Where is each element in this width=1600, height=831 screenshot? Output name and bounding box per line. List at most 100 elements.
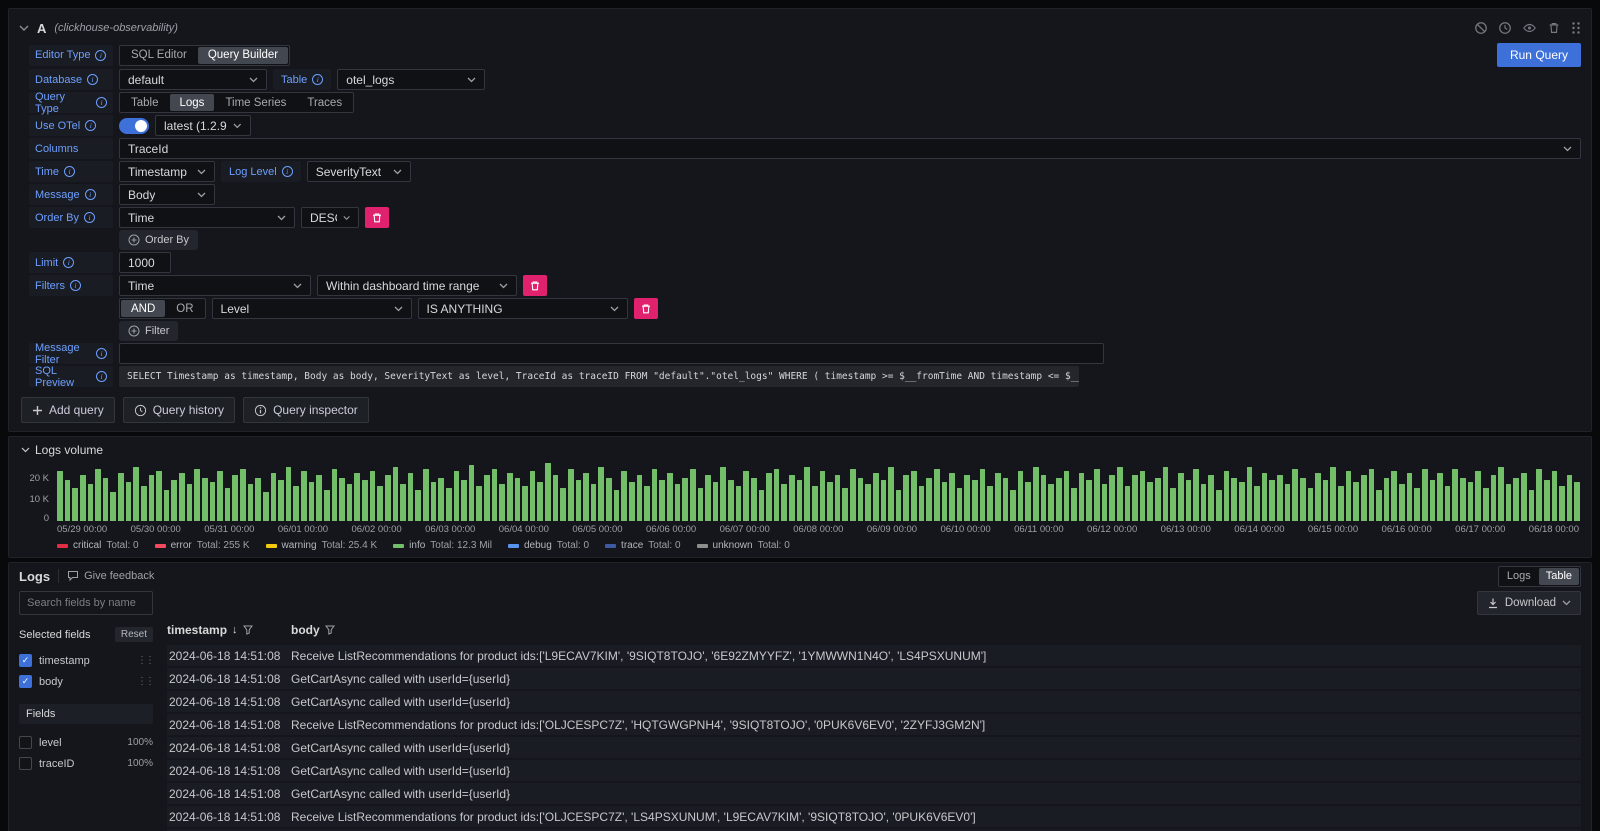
- limit-input[interactable]: [119, 252, 171, 273]
- checkbox-unchecked-icon[interactable]: [19, 736, 32, 749]
- field-level[interactable]: level100%: [19, 732, 153, 753]
- legend-item-error[interactable]: errorTotal: 255 K: [155, 540, 250, 551]
- legend-item-debug[interactable]: debugTotal: 0: [508, 540, 589, 551]
- columns-select[interactable]: TraceId: [119, 138, 1581, 159]
- volume-bar: [370, 471, 376, 521]
- message-column-select[interactable]: Body: [119, 184, 215, 205]
- info-icon[interactable]: i: [85, 189, 96, 200]
- volume-bar: [179, 473, 185, 521]
- add-order-by-button[interactable]: Order By: [119, 230, 198, 250]
- checkbox-unchecked-icon[interactable]: [19, 757, 32, 770]
- log-table-row[interactable]: 2024-06-18 14:51:08GetCartAsync called w…: [167, 737, 1581, 758]
- drag-handle-icon[interactable]: [1571, 21, 1581, 35]
- volume-bar: [1498, 467, 1504, 521]
- collapse-query-icon[interactable]: [19, 25, 29, 32]
- logs-view-option[interactable]: Logs: [1500, 568, 1538, 585]
- legend-item-critical[interactable]: criticalTotal: 0: [57, 540, 139, 551]
- order-by-direction-select[interactable]: DESC: [301, 207, 359, 228]
- download-icon: [1487, 597, 1499, 609]
- info-icon[interactable]: i: [312, 74, 323, 85]
- legend-item-trace[interactable]: traceTotal: 0: [605, 540, 680, 551]
- drag-handle-icon[interactable]: ⋮⋮: [137, 655, 153, 666]
- legend-item-unknown[interactable]: unknownTotal: 0: [697, 540, 790, 551]
- log-table-row[interactable]: 2024-06-18 14:51:08Receive ListRecommend…: [167, 806, 1581, 827]
- field-traceID[interactable]: traceID100%: [19, 753, 153, 774]
- log-table-row[interactable]: 2024-06-18 14:51:08Receive ListRecommend…: [167, 645, 1581, 666]
- selected-field-body[interactable]: ✓body⋮⋮: [19, 671, 153, 692]
- time-column-select[interactable]: Timestamp: [119, 161, 215, 182]
- remove-order-by-button[interactable]: [365, 207, 389, 228]
- volume-bar: [499, 484, 505, 521]
- checkbox-checked-icon[interactable]: ✓: [19, 675, 32, 688]
- disable-query-icon[interactable]: [1474, 21, 1488, 35]
- query-type-tab-time-series[interactable]: Time Series: [215, 94, 296, 111]
- drag-handle-icon[interactable]: ⋮⋮: [137, 676, 153, 687]
- x-axis-tick: 06/18 00:00: [1529, 524, 1579, 535]
- search-fields-input[interactable]: [19, 591, 153, 615]
- remove-level-filter-button[interactable]: [634, 298, 658, 319]
- legend-item-info[interactable]: infoTotal: 12.3 Mil: [393, 540, 492, 551]
- filter-operator-select[interactable]: Within dashboard time range: [317, 275, 517, 296]
- filter-level-field-select[interactable]: Level: [212, 298, 412, 319]
- eye-icon[interactable]: [1522, 21, 1537, 35]
- query-history-button[interactable]: Query history: [123, 397, 235, 423]
- log-table-row[interactable]: 2024-06-18 14:51:08GetCartAsync called w…: [167, 691, 1581, 712]
- timestamp-column-header[interactable]: timestamp ↓: [167, 623, 291, 637]
- log-table-row[interactable]: 2024-06-18 14:51:08Receive ListRecommend…: [167, 714, 1581, 735]
- delete-query-icon[interactable]: [1547, 21, 1561, 35]
- legend-item-warning[interactable]: warningTotal: 25.4 K: [266, 540, 378, 551]
- query-type-tab-logs[interactable]: Logs: [170, 94, 215, 111]
- volume-bar: [858, 478, 864, 522]
- message-filter-input[interactable]: [119, 343, 1104, 364]
- log-table-row[interactable]: 2024-06-18 14:51:08GetCartAsync called w…: [167, 783, 1581, 804]
- filter-field-select[interactable]: Time: [119, 275, 311, 296]
- query-type-tab-traces[interactable]: Traces: [297, 94, 352, 111]
- query-builder-option[interactable]: Query Builder: [198, 47, 288, 64]
- info-icon[interactable]: i: [84, 212, 95, 223]
- info-icon[interactable]: i: [96, 348, 107, 359]
- volume-bar: [385, 475, 391, 521]
- log-table-row[interactable]: 2024-06-18 14:51:08GetCartAsync called w…: [167, 760, 1581, 781]
- log-table-row[interactable]: 2024-06-18 14:51:08GetCartAsync called w…: [167, 668, 1581, 689]
- volume-bar: [1079, 473, 1085, 521]
- query-inspector-button[interactable]: Query inspector: [243, 397, 369, 423]
- sort-desc-icon[interactable]: ↓: [232, 624, 238, 636]
- remove-filter-button[interactable]: [523, 275, 547, 296]
- history-icon[interactable]: [1498, 21, 1512, 35]
- use-otel-toggle[interactable]: [119, 118, 149, 134]
- info-icon[interactable]: i: [282, 166, 293, 177]
- order-by-field-select[interactable]: Time: [119, 207, 295, 228]
- info-icon[interactable]: i: [96, 371, 107, 382]
- legend-label: warning: [282, 540, 317, 551]
- reset-button[interactable]: Reset: [115, 627, 153, 642]
- info-icon[interactable]: i: [85, 120, 96, 131]
- info-icon[interactable]: i: [64, 166, 75, 177]
- download-button[interactable]: Download: [1477, 591, 1581, 615]
- add-query-button[interactable]: Add query: [21, 397, 115, 423]
- body-column-header[interactable]: body: [291, 623, 335, 637]
- info-icon[interactable]: i: [70, 280, 81, 291]
- otel-version-select[interactable]: latest (1.2.9): [155, 115, 251, 136]
- database-select[interactable]: default: [119, 69, 267, 90]
- info-icon[interactable]: i: [95, 50, 106, 61]
- add-filter-button[interactable]: Filter: [119, 321, 178, 341]
- selected-field-timestamp[interactable]: ✓timestamp⋮⋮: [19, 650, 153, 671]
- table-select[interactable]: otel_logs: [337, 69, 485, 90]
- filter-level-operator-select[interactable]: IS ANYTHING: [418, 298, 628, 319]
- volume-bar: [1193, 469, 1199, 521]
- logs-volume-header[interactable]: Logs volume: [21, 443, 1579, 457]
- sql-editor-option[interactable]: SQL Editor: [121, 47, 197, 64]
- info-icon[interactable]: i: [63, 257, 74, 268]
- or-option[interactable]: OR: [166, 300, 203, 317]
- log-level-column-select[interactable]: SeverityText: [307, 161, 411, 182]
- checkbox-checked-icon[interactable]: ✓: [19, 654, 32, 667]
- info-icon[interactable]: i: [96, 97, 107, 108]
- query-type-tab-table[interactable]: Table: [121, 94, 169, 111]
- volume-bar: [88, 484, 94, 521]
- and-option[interactable]: AND: [121, 300, 165, 317]
- run-query-button[interactable]: Run Query: [1497, 43, 1581, 67]
- table-view-option[interactable]: Table: [1539, 568, 1579, 585]
- give-feedback-link[interactable]: Give feedback: [67, 570, 154, 582]
- info-icon[interactable]: i: [87, 74, 98, 85]
- database-table-row: Databasei default Tablei otel_logs: [29, 69, 1581, 90]
